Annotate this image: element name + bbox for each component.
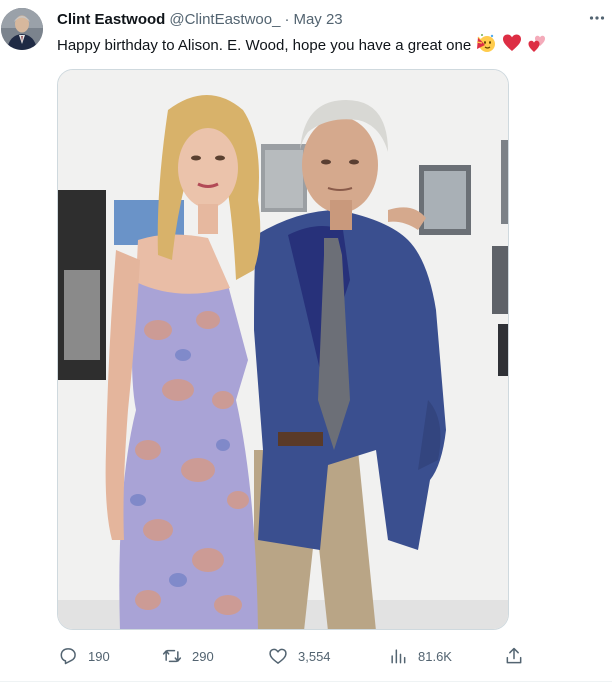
- profile-avatar[interactable]: [1, 8, 43, 50]
- views-count: 81.6K: [418, 648, 452, 664]
- share-button[interactable]: [503, 645, 525, 667]
- like-button[interactable]: 3,554: [267, 645, 331, 667]
- share-icon: [503, 645, 525, 667]
- like-count: 3,554: [298, 648, 331, 664]
- views-button[interactable]: 81.6K: [387, 645, 452, 667]
- red-heart-icon: [502, 33, 522, 60]
- two-hearts-icon: [527, 33, 547, 60]
- reply-button[interactable]: 190: [57, 645, 110, 667]
- tweet-header: Clint Eastwood @ClintEastwoo_ · May 23: [57, 10, 343, 30]
- reply-icon: [57, 645, 79, 667]
- author-display-name[interactable]: Clint Eastwood: [57, 11, 165, 28]
- retweet-icon: [161, 645, 183, 667]
- tweet-photo[interactable]: [57, 69, 509, 630]
- reply-count: 190: [88, 648, 110, 664]
- party-face-icon: [476, 33, 496, 60]
- analytics-icon: [387, 645, 409, 667]
- more-options-icon[interactable]: [586, 7, 608, 29]
- retweet-button[interactable]: 290: [161, 645, 214, 667]
- retweet-count: 290: [192, 648, 214, 664]
- tweet-card[interactable]: Clint Eastwood @ClintEastwoo_ · May 23 Happ…: [0, 0, 612, 682]
- author-handle[interactable]: @ClintEastwoo_: [169, 11, 280, 28]
- heart-icon: [267, 645, 289, 667]
- separator-dot: ·: [284, 11, 290, 28]
- tweet-date[interactable]: May 23: [293, 11, 342, 28]
- tweet-body: Happy birthday to Alison. E. Wood, hope …: [57, 37, 472, 54]
- tweet-text: Happy birthday to Alison. E. Wood, hope …: [57, 33, 547, 60]
- tweet-actions: 190 290 3,554 81.6K: [57, 645, 527, 667]
